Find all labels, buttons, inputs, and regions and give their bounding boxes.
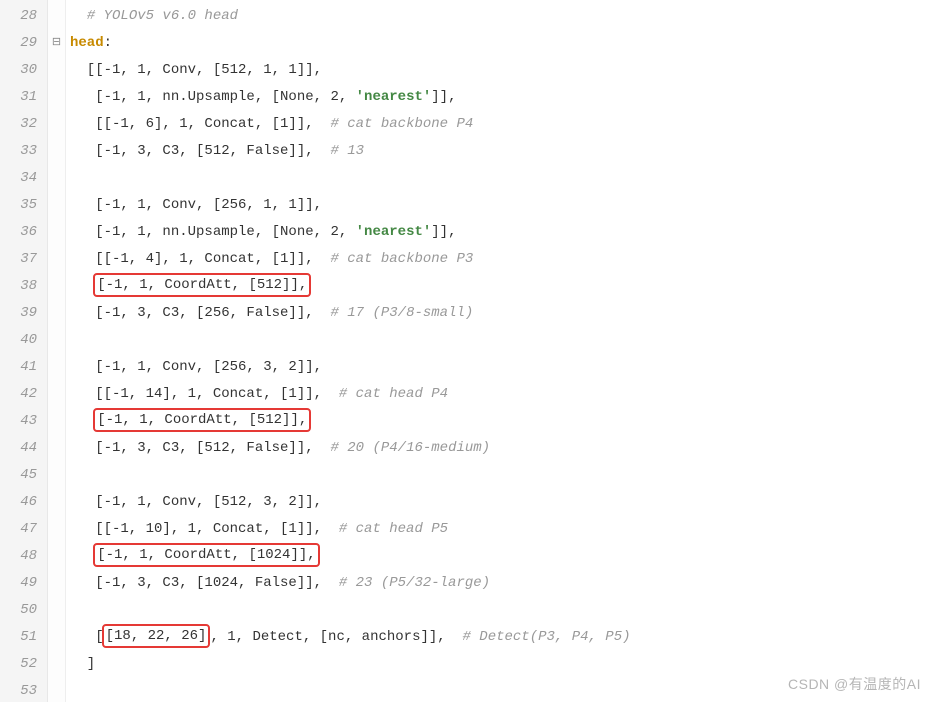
code-line-47[interactable]: [[-1, 10], 1, Concat, [1]], # cat head P… <box>70 516 935 543</box>
fold-marker[interactable] <box>48 462 65 489</box>
fold-marker[interactable] <box>48 489 65 516</box>
line-number: 53 <box>0 678 47 705</box>
code-line-41[interactable]: [-1, 1, Conv, [256, 3, 2]], <box>70 354 935 381</box>
code-line-51[interactable]: [[18, 22, 26], 1, Detect, [nc, anchors]]… <box>70 624 935 651</box>
line-number: 49 <box>0 570 47 597</box>
line-number: 32 <box>0 111 47 138</box>
line-number: 42 <box>0 381 47 408</box>
code-line-29[interactable]: head: <box>70 30 935 57</box>
fold-marker[interactable] <box>48 381 65 408</box>
code-line-50[interactable] <box>70 597 935 624</box>
fold-marker[interactable] <box>48 408 65 435</box>
fold-marker[interactable] <box>48 327 65 354</box>
code-line-39[interactable]: [-1, 3, C3, [256, False]], # 17 (P3/8-sm… <box>70 300 935 327</box>
fold-marker[interactable] <box>48 246 65 273</box>
fold-marker[interactable]: ⊟ <box>48 30 65 57</box>
code-line-31[interactable]: [-1, 1, nn.Upsample, [None, 2, 'nearest'… <box>70 84 935 111</box>
fold-marker[interactable] <box>48 192 65 219</box>
line-number: 48 <box>0 543 47 570</box>
line-number: 40 <box>0 327 47 354</box>
line-number: 44 <box>0 435 47 462</box>
fold-marker[interactable] <box>48 354 65 381</box>
line-number: 37 <box>0 246 47 273</box>
code-line-46[interactable]: [-1, 1, Conv, [512, 3, 2]], <box>70 489 935 516</box>
line-number: 33 <box>0 138 47 165</box>
fold-marker[interactable] <box>48 597 65 624</box>
code-line-33[interactable]: [-1, 3, C3, [512, False]], # 13 <box>70 138 935 165</box>
code-line-44[interactable]: [-1, 3, C3, [512, False]], # 20 (P4/16-m… <box>70 435 935 462</box>
code-line-49[interactable]: [-1, 3, C3, [1024, False]], # 23 (P5/32-… <box>70 570 935 597</box>
fold-marker[interactable] <box>48 570 65 597</box>
code-line-37[interactable]: [[-1, 4], 1, Concat, [1]], # cat backbon… <box>70 246 935 273</box>
line-number: 28 <box>0 3 47 30</box>
fold-marker[interactable] <box>48 651 65 678</box>
line-number: 38 <box>0 273 47 300</box>
code-line-34[interactable] <box>70 165 935 192</box>
fold-marker[interactable] <box>48 273 65 300</box>
fold-marker[interactable] <box>48 57 65 84</box>
line-number-gutter: 2829303132333435363738394041424344454647… <box>0 0 48 702</box>
code-line-36[interactable]: [-1, 1, nn.Upsample, [None, 2, 'nearest'… <box>70 219 935 246</box>
fold-marker[interactable] <box>48 516 65 543</box>
line-number: 36 <box>0 219 47 246</box>
line-number: 29 <box>0 30 47 57</box>
code-line-40[interactable] <box>70 327 935 354</box>
code-line-42[interactable]: [[-1, 14], 1, Concat, [1]], # cat head P… <box>70 381 935 408</box>
fold-marker[interactable] <box>48 300 65 327</box>
fold-marker[interactable] <box>48 219 65 246</box>
line-number: 34 <box>0 165 47 192</box>
code-line-30[interactable]: [[-1, 1, Conv, [512, 1, 1]], <box>70 57 935 84</box>
line-number: 47 <box>0 516 47 543</box>
line-number: 35 <box>0 192 47 219</box>
code-line-38[interactable]: [-1, 1, CoordAtt, [512]], <box>70 273 935 300</box>
code-line-35[interactable]: [-1, 1, Conv, [256, 1, 1]], <box>70 192 935 219</box>
code-line-32[interactable]: [[-1, 6], 1, Concat, [1]], # cat backbon… <box>70 111 935 138</box>
line-number: 50 <box>0 597 47 624</box>
watermark: CSDN @有温度的AI <box>788 674 921 694</box>
fold-marker[interactable] <box>48 678 65 705</box>
line-number: 45 <box>0 462 47 489</box>
line-number: 30 <box>0 57 47 84</box>
fold-marker[interactable] <box>48 543 65 570</box>
fold-marker[interactable] <box>48 84 65 111</box>
code-area[interactable]: # YOLOv5 v6.0 headhead: [[-1, 1, Conv, [… <box>66 0 935 702</box>
code-line-45[interactable] <box>70 462 935 489</box>
fold-marker[interactable] <box>48 111 65 138</box>
fold-marker[interactable] <box>48 165 65 192</box>
line-number: 31 <box>0 84 47 111</box>
code-line-28[interactable]: # YOLOv5 v6.0 head <box>70 3 935 30</box>
fold-marker[interactable] <box>48 3 65 30</box>
line-number: 39 <box>0 300 47 327</box>
line-number: 46 <box>0 489 47 516</box>
fold-column: ⊟ <box>48 0 66 702</box>
code-line-48[interactable]: [-1, 1, CoordAtt, [1024]], <box>70 543 935 570</box>
fold-marker[interactable] <box>48 138 65 165</box>
line-number: 43 <box>0 408 47 435</box>
fold-marker[interactable] <box>48 624 65 651</box>
line-number: 52 <box>0 651 47 678</box>
fold-marker[interactable] <box>48 435 65 462</box>
code-line-43[interactable]: [-1, 1, CoordAtt, [512]], <box>70 408 935 435</box>
line-number: 41 <box>0 354 47 381</box>
line-number: 51 <box>0 624 47 651</box>
